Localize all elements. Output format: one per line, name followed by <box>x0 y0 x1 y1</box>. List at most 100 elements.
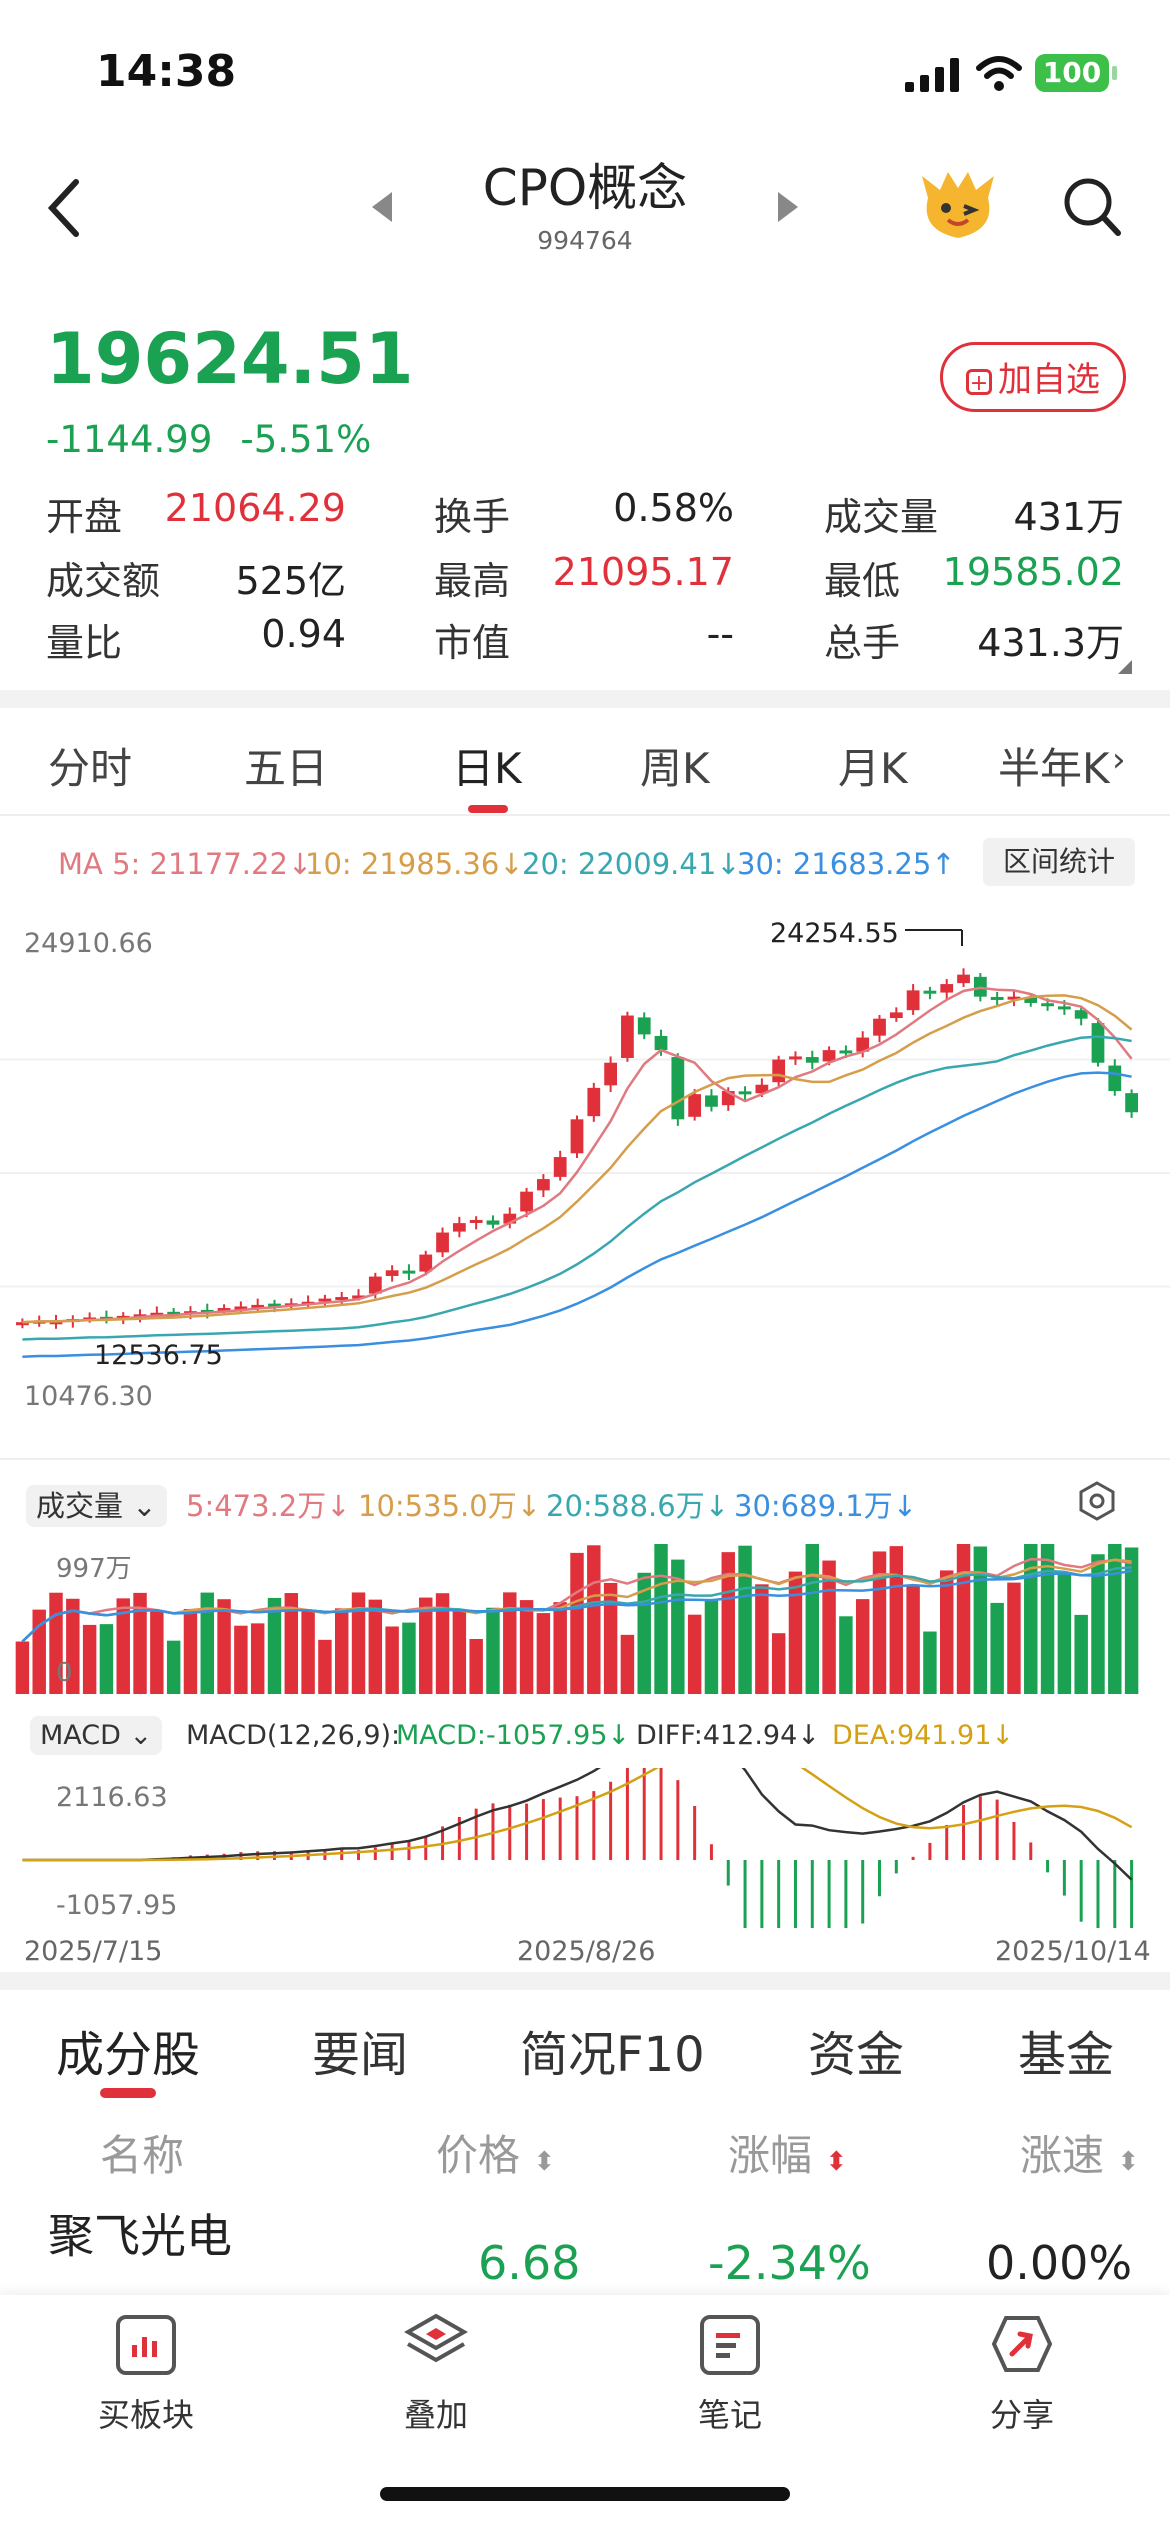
ma20-line <box>22 1035 1132 1341</box>
volume-max-label: 997万 <box>56 1554 132 1584</box>
volume-bar <box>687 1614 702 1694</box>
volume-bar <box>217 1599 231 1694</box>
buy-sector-icon[interactable] <box>116 2315 176 2375</box>
volume-bar <box>704 1600 719 1694</box>
candle <box>805 1057 819 1063</box>
candle <box>385 1270 399 1276</box>
candle <box>906 990 920 1011</box>
volume-bar <box>906 1585 920 1694</box>
volume-bar <box>872 1551 887 1694</box>
volume-bar <box>334 1608 349 1694</box>
mascot-icon[interactable] <box>918 168 998 242</box>
change-percent: -5.51% <box>240 418 372 461</box>
volume-bar <box>990 1602 1004 1694</box>
sort-desc-icon: ⬍ <box>825 2147 848 2177</box>
col-price[interactable]: 价格 ⬍ <box>436 2122 555 2183</box>
buy-sector-button[interactable]: 买板块 <box>66 2390 226 2436</box>
volume-bar <box>15 1641 30 1694</box>
volume-bar <box>805 1544 820 1694</box>
col-speed[interactable]: 涨速 ⬍ <box>1020 2122 1139 2183</box>
volume-bar <box>923 1631 937 1694</box>
candle <box>1057 1006 1071 1010</box>
candle <box>923 990 937 994</box>
vol10-label: 10:535.0万↓ <box>358 1489 541 1523</box>
add-watchlist-label: 加自选 <box>998 360 1100 400</box>
volume-bar <box>755 1584 769 1694</box>
candle <box>537 1179 550 1191</box>
tab-1[interactable]: 五日 <box>244 735 328 796</box>
date-mid: 2025/8/26 <box>517 1936 656 1967</box>
volume-bar <box>1074 1614 1088 1694</box>
table-row[interactable]: 聚飞光电 6.68 -2.34% 0.00% <box>0 2200 1170 2295</box>
share-icon[interactable] <box>990 2312 1054 2376</box>
volume-bar <box>234 1625 248 1694</box>
share-button[interactable]: 分享 <box>942 2390 1102 2436</box>
volume-bar <box>855 1599 870 1694</box>
info-tab-1[interactable]: 要闻 <box>312 2015 408 2085</box>
candle <box>990 996 1004 1000</box>
home-indicator <box>380 2487 790 2501</box>
stat-value: 525亿 <box>235 559 346 603</box>
volume-bar <box>839 1616 853 1694</box>
volume-bar <box>150 1610 164 1694</box>
candle <box>1125 1093 1138 1113</box>
volume-bar <box>82 1624 97 1694</box>
volume-bar <box>570 1552 584 1694</box>
stat-label: 量比 <box>46 621 123 665</box>
candle <box>486 1220 500 1225</box>
dea-value: DEA:941.91↓ <box>832 1720 1015 1751</box>
stat-value: 19585.02 <box>942 550 1124 594</box>
stat-value: -- <box>706 612 734 656</box>
tab-0[interactable]: 分时 <box>48 735 132 796</box>
stat-label: 总手 <box>824 621 901 665</box>
next-stock-icon[interactable] <box>776 190 800 224</box>
tab-3[interactable]: 周K <box>640 735 710 796</box>
high-marker-label: 24254.55 <box>770 918 899 949</box>
candle <box>1091 1023 1105 1063</box>
volume-bar <box>1108 1544 1122 1694</box>
candle <box>637 1017 651 1035</box>
overlay-button[interactable]: 叠加 <box>356 2390 516 2436</box>
volume-zero-label: 0 <box>56 1658 73 1688</box>
macd-params: MACD(12,26,9): <box>186 1720 401 1751</box>
volume-bar <box>973 1546 988 1694</box>
info-tab-3[interactable]: 资金 <box>808 2015 904 2085</box>
volume-chart[interactable] <box>0 1540 1170 1695</box>
volume-bar <box>771 1633 786 1694</box>
tab-4[interactable]: 月K <box>838 735 908 796</box>
macd-selector[interactable]: MACD ⌄ <box>30 1716 163 1755</box>
battery-icon: 100 <box>1035 54 1117 92</box>
info-tab-2[interactable]: 简况F10 <box>520 2015 705 2085</box>
info-tab-4[interactable]: 基金 <box>1018 2015 1114 2085</box>
volume-bar <box>183 1608 198 1694</box>
volume-bar <box>99 1624 114 1694</box>
notes-icon[interactable] <box>700 2315 760 2375</box>
row-price: 6.68 <box>478 2236 581 2290</box>
overlay-icon[interactable] <box>404 2312 468 2376</box>
signal-icon <box>905 58 959 92</box>
range-stats-button[interactable]: 区间统计 <box>983 838 1135 886</box>
diff-value: DIFF:412.94↓ <box>636 1720 820 1751</box>
tab-5[interactable]: 半年K <box>998 735 1110 796</box>
sort-icon: ⬍ <box>1117 2147 1140 2177</box>
volume-title: 成交量 <box>36 1489 124 1523</box>
vol20-label: 20:588.6万↓ <box>546 1489 729 1523</box>
volume-selector[interactable]: 成交量 ⌄ <box>26 1483 167 1527</box>
add-watchlist-button[interactable]: + 加自选 <box>940 342 1126 412</box>
notes-button[interactable]: 笔记 <box>650 2390 810 2436</box>
tab-2[interactable]: 日K <box>452 735 522 796</box>
volume-bar <box>250 1623 265 1694</box>
candle <box>889 1012 903 1019</box>
settings-icon[interactable] <box>1076 1480 1118 1522</box>
search-icon[interactable] <box>1062 176 1122 238</box>
col-name: 名称 <box>100 2131 185 2180</box>
date-end: 2025/10/14 <box>995 1936 1151 1967</box>
candle <box>520 1191 533 1212</box>
col-change[interactable]: 涨幅 ⬍ <box>728 2122 847 2183</box>
divider <box>0 690 1170 708</box>
volume-bar <box>166 1640 181 1694</box>
macd-bottom-label: -1057.95 <box>56 1890 178 1921</box>
stat-value: 21095.17 <box>552 550 734 594</box>
kline-min-label: 10476.30 <box>24 1381 153 1412</box>
info-tab-0[interactable]: 成分股 <box>56 2015 200 2085</box>
